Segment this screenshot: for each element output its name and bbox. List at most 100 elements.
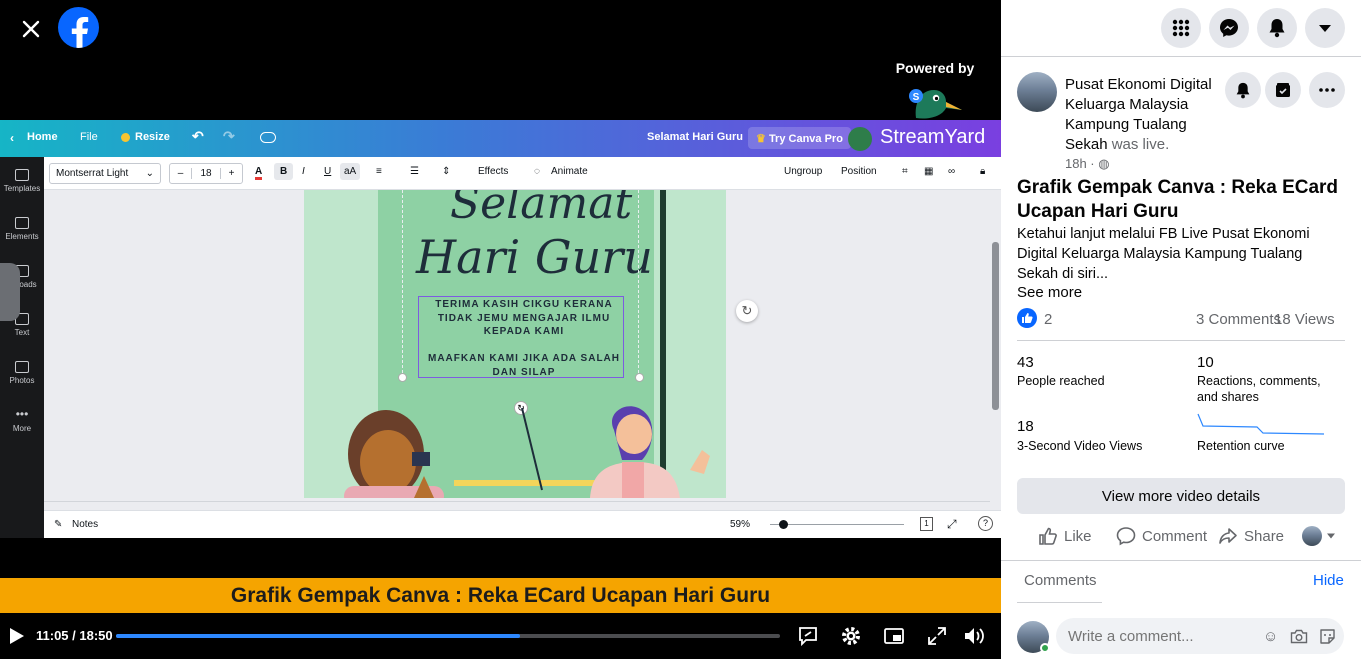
animate-icon: ◌	[534, 166, 540, 177]
notes-button[interactable]: Notes	[72, 519, 98, 530]
underline-button[interactable]: U	[324, 166, 331, 177]
sticker-icon[interactable]	[1319, 628, 1336, 645]
try-canva-pro-button[interactable]: ♛ Try Canva Pro	[748, 127, 851, 149]
video-title: Grafik Gempak Canva : Reka ECard Ucapan …	[1017, 177, 1339, 222]
drag-handle[interactable]	[0, 263, 20, 321]
position-button[interactable]: Position	[841, 166, 877, 177]
canva-screen: ‹ Home File Resize ↶ ↷ Selamat Hari Guru…	[0, 120, 1001, 538]
camera-icon[interactable]	[1290, 629, 1308, 644]
photos-icon	[15, 361, 29, 373]
canva-doc-title[interactable]: Selamat Hari Guru	[647, 131, 743, 143]
font-family-select[interactable]: Montserrat Light ⌄	[49, 163, 161, 184]
close-button[interactable]	[14, 12, 48, 46]
align-center-icon[interactable]: ≡	[376, 166, 382, 177]
undo-icon[interactable]: ↶	[192, 128, 204, 145]
actions-divider	[1001, 560, 1361, 561]
post-time[interactable]: 18h · ◍	[1065, 156, 1110, 172]
size-value[interactable]: 18	[192, 168, 220, 179]
guide-line	[638, 190, 639, 378]
font-size-stepper[interactable]: – 18 +	[169, 163, 243, 184]
play-icon[interactable]	[9, 627, 25, 645]
follow-bell-button[interactable]	[1225, 72, 1261, 108]
canva-canvas-area[interactable]: Selamat Hari Guru TERIMA KASIH CIKGU KER…	[44, 190, 1001, 510]
v-scrollbar[interactable]	[990, 190, 1001, 510]
letter-case-button[interactable]: aA	[340, 163, 361, 180]
header-divider	[1001, 56, 1361, 57]
bold-button[interactable]: B	[274, 163, 294, 180]
thumbs-up-icon	[1039, 527, 1057, 545]
post-time-text: 18h ·	[1065, 156, 1095, 171]
try-canva-pro-label: Try Canva Pro	[768, 133, 843, 145]
notes-icon[interactable]: ✎	[54, 519, 62, 530]
reaction-count[interactable]: 2	[1044, 311, 1052, 328]
notifications-button[interactable]	[1257, 8, 1297, 48]
h-scrollbar[interactable]	[44, 501, 990, 502]
save-button[interactable]	[1265, 72, 1301, 108]
v-scroll-thumb[interactable]	[992, 242, 999, 410]
zoom-slider-knob[interactable]	[779, 520, 789, 529]
sidebar-item-photos[interactable]: Photos	[0, 361, 44, 385]
volume-icon[interactable]	[963, 625, 987, 647]
sidebar-item-more[interactable]: ••• More	[0, 407, 44, 433]
stats-divider	[1017, 340, 1345, 341]
video-player[interactable]: Powered by S ‹ Home File Resize ↶ ↷ Sela…	[0, 0, 1001, 659]
page-name[interactable]: Pusat Ekonomi Digital Keluarga Malaysia …	[1065, 75, 1225, 155]
facebook-logo[interactable]	[58, 7, 99, 48]
list-icon[interactable]: ☰	[410, 166, 419, 177]
profile-switcher[interactable]	[1302, 526, 1336, 546]
comment-count[interactable]: 3 Comments	[1196, 311, 1281, 328]
sidebar-item-templates[interactable]: Templates	[0, 169, 44, 193]
svg-text:S: S	[913, 92, 920, 103]
ecard-design[interactable]: Selamat Hari Guru TERIMA KASIH CIKGU KER…	[304, 190, 726, 498]
messenger-button[interactable]	[1209, 8, 1249, 48]
resize-handle[interactable]	[635, 373, 644, 382]
text-color-icon[interactable]: A	[255, 166, 263, 180]
selection-box[interactable]	[418, 296, 624, 378]
account-button[interactable]	[1305, 8, 1345, 48]
settings-gear-icon[interactable]	[840, 625, 862, 647]
effects-button[interactable]: Effects	[478, 166, 508, 177]
help-icon[interactable]: ?	[978, 516, 993, 531]
progress-bar[interactable]	[116, 634, 780, 638]
more-options-button[interactable]	[1309, 72, 1345, 108]
animate-button[interactable]: Animate	[551, 166, 588, 177]
paint-format-icon[interactable]: ⌗	[902, 166, 908, 177]
resize-handle[interactable]	[398, 373, 407, 382]
view-more-details-button[interactable]: View more video details	[1017, 478, 1345, 514]
size-plus-button[interactable]: +	[220, 168, 242, 179]
expand-icon[interactable]	[926, 625, 948, 647]
comment-button[interactable]: Comment	[1116, 526, 1207, 546]
see-more-link[interactable]: See more	[1017, 284, 1082, 301]
canva-resize-button[interactable]: Resize	[135, 131, 170, 143]
page-avatar[interactable]	[1017, 72, 1057, 112]
transparency-icon[interactable]: ▦	[924, 166, 933, 177]
hide-comments-link[interactable]: Hide	[1313, 572, 1344, 589]
emoji-icon[interactable]: ☺	[1263, 628, 1278, 645]
user-avatar[interactable]	[848, 127, 872, 151]
page-count[interactable]: 1	[920, 517, 933, 531]
italic-button[interactable]: I	[302, 166, 305, 177]
refresh-icon[interactable]: ↻	[736, 300, 758, 322]
grid-menu-icon	[1172, 19, 1190, 37]
title-banner-text: Grafik Gempak Canva : Reka ECard Ucapan …	[230, 583, 771, 607]
lock-icon[interactable]: 🔒︎	[980, 166, 985, 177]
fullscreen-icon[interactable]: ⤢	[947, 517, 957, 532]
ungroup-button[interactable]: Ungroup	[784, 166, 822, 177]
link-icon[interactable]: ∞	[948, 166, 955, 177]
captions-icon[interactable]	[797, 625, 819, 647]
picture-in-picture-icon[interactable]	[883, 625, 905, 647]
zoom-slider[interactable]	[770, 524, 904, 525]
like-reaction-icon[interactable]	[1017, 308, 1037, 328]
canva-home-link[interactable]: Home	[27, 131, 58, 143]
spacing-icon[interactable]: ⇕	[442, 166, 450, 177]
redo-icon[interactable]: ↷	[223, 128, 235, 145]
menu-button[interactable]	[1161, 8, 1201, 48]
share-button[interactable]: Share	[1218, 526, 1284, 546]
like-button[interactable]: Like	[1038, 526, 1092, 546]
canva-file-menu[interactable]: File	[80, 131, 98, 143]
sidebar-item-elements[interactable]: Elements	[0, 217, 44, 241]
size-minus-button[interactable]: –	[170, 168, 192, 179]
canva-sidebar: Templates Elements Uploads Text Photos •…	[0, 157, 44, 538]
back-chevron-icon[interactable]: ‹	[10, 131, 14, 145]
canva-bottom-bar: ✎ Notes 59% 1 ⤢ ?	[44, 510, 1001, 538]
